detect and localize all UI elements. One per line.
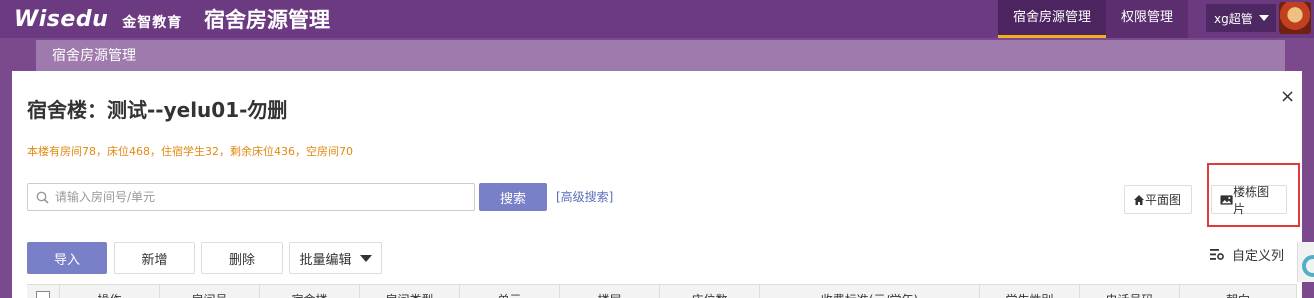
advanced-search-link[interactable]: [高级搜索] [556, 188, 613, 205]
image-icon [1220, 194, 1233, 205]
close-icon[interactable]: × [1280, 86, 1295, 107]
nav-item-dorm-housing[interactable]: 宿舍房源管理 [998, 0, 1107, 38]
custom-columns-button[interactable]: 自定义列 [1210, 245, 1284, 264]
user-menu[interactable]: xg超管 [1206, 4, 1276, 32]
nav-item-permissions[interactable]: 权限管理 [1106, 0, 1189, 38]
column-header[interactable]: 宿舍楼 [260, 285, 360, 298]
import-button[interactable]: 导入 [27, 242, 107, 274]
column-header[interactable]: 学生性别 [980, 285, 1080, 298]
column-header[interactable]: 床位数 [660, 285, 760, 298]
column-header[interactable]: 朝向 [1180, 285, 1297, 298]
search-input[interactable] [55, 190, 455, 204]
column-header[interactable]: 楼层 [560, 285, 660, 298]
logo-text-cn: 金智教育 [122, 15, 183, 31]
building-stats: 本楼有房间78，床位468，住宿学生32，剩余床位436，空房间70 [27, 145, 353, 158]
batch-edit-label: 批量编辑 [299, 252, 352, 268]
side-chat-widget[interactable] [1297, 242, 1314, 282]
batch-edit-dropdown[interactable]: 批量编辑 [289, 242, 382, 274]
column-header[interactable]: 电话号码 [1080, 285, 1180, 298]
chevron-down-icon [1258, 15, 1269, 21]
column-settings-icon [1210, 249, 1224, 260]
select-all-checkbox[interactable] [27, 285, 60, 298]
top-nav: 宿舍房源管理 权限管理 [998, 0, 1189, 38]
logo: Wisedu 金智教育 [14, 5, 182, 33]
column-header[interactable]: 房间号 [160, 285, 260, 298]
user-name: xg超管 [1214, 11, 1253, 26]
breadcrumb: 宿舍房源管理 [36, 40, 1285, 72]
building-picture-button[interactable]: 楼栋图片 [1211, 184, 1287, 216]
column-header[interactable]: 房间类型 [360, 285, 460, 298]
avatar[interactable] [1279, 2, 1311, 34]
add-button[interactable]: 新增 [114, 242, 195, 274]
dialog-title: 宿舍楼：测试--yelu01-勿删 [27, 98, 288, 122]
search-field[interactable] [27, 183, 475, 211]
search-icon [36, 191, 49, 204]
logo-text-en: Wisedu [14, 6, 109, 32]
floor-plan-button[interactable]: 平面图 [1124, 185, 1192, 214]
delete-button[interactable]: 删除 [201, 242, 283, 274]
floor-plan-label: 平面图 [1145, 193, 1182, 207]
custom-columns-label: 自定义列 [1232, 249, 1285, 264]
column-header[interactable]: 操作 [60, 285, 160, 298]
chat-icon [1302, 255, 1314, 277]
chevron-down-icon [359, 254, 372, 262]
app-title: 宿舍房源管理 [204, 8, 330, 32]
search-button[interactable]: 搜索 [479, 183, 547, 211]
table-header: 操作 房间号 宿舍楼 房间类型 单元 楼层 床位数 收费标准(元/学年) 学生性… [27, 284, 1297, 298]
column-header[interactable]: 单元 [460, 285, 560, 298]
home-icon [1134, 194, 1144, 205]
column-header[interactable]: 收费标准(元/学年) [760, 285, 980, 298]
top-bar: Wisedu 金智教育 宿舍房源管理 宿舍房源管理 权限管理 xg超管 [0, 0, 1314, 38]
building-picture-label: 楼栋图片 [1233, 184, 1270, 216]
